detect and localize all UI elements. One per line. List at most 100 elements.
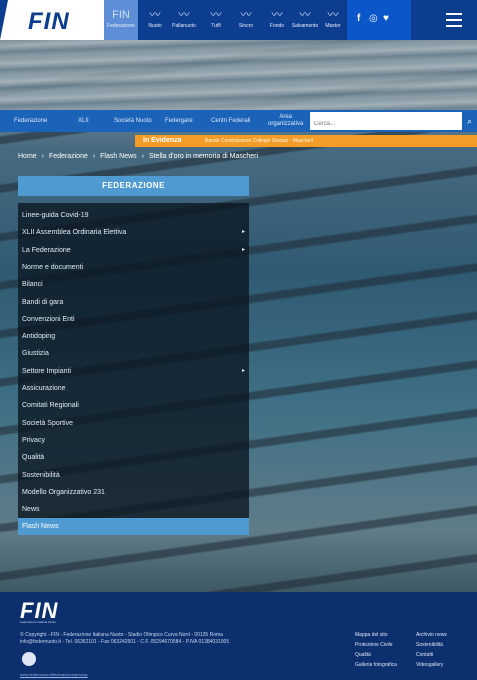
site-header: FIN FIN Federazione 〰 Nuoto 〰 Pallanuoto 〰 Tuff… xyxy=(0,0,477,40)
sidebar-item[interactable]: Società Sportive xyxy=(18,415,249,432)
search-input[interactable] xyxy=(310,115,456,133)
sidebar-item-label: Bandi di gara xyxy=(22,298,64,306)
breadcrumb-flash-news[interactable]: Flash News xyxy=(100,153,137,160)
sidebar-item-label: News xyxy=(22,506,40,514)
sidebar-item-label: Privacy xyxy=(22,436,45,444)
breadcrumb-separator: › xyxy=(141,153,144,160)
logo-container[interactable]: FIN xyxy=(0,0,112,40)
lifesaving-icon: 〰 xyxy=(299,9,311,21)
sidebar-item-label: Norme e documenti xyxy=(22,263,84,271)
nav-centri-federali[interactable]: Centri Federali xyxy=(211,110,250,132)
breadcrumb-home[interactable]: Home xyxy=(18,153,37,160)
footer-link-archivio-news[interactable]: Archivio news xyxy=(416,630,447,640)
discipline-tab-federazione[interactable]: FIN Federazione xyxy=(104,0,138,40)
sidebar-item[interactable]: Comitati Regionali xyxy=(18,397,249,414)
instagram-icon[interactable]: ◎ xyxy=(369,13,378,24)
nav-area-line1: Area xyxy=(279,114,293,120)
search-icon[interactable]: ⌕ xyxy=(462,112,477,130)
footer-copyright: © Copyright - FIN - Federazione Italiana… xyxy=(20,632,223,638)
in-evidenza-bar[interactable]: In Evidenza Bando Commissione Collegio S… xyxy=(135,135,477,147)
in-evidenza-label: In Evidenza xyxy=(143,137,182,144)
master-icon: 〰 xyxy=(327,9,339,21)
sidebar-item-label: Bilanci xyxy=(22,281,43,289)
footer-privacy-link[interactable]: www.federnuoto.it/federazione/privacy xyxy=(20,672,88,677)
open-water-icon: 〰 xyxy=(271,9,283,21)
sidebar-menu: Linee-guida Covid-19 XLII Assemblea Ordin… xyxy=(18,203,249,536)
sidebar-item[interactable]: Flash News xyxy=(18,518,249,536)
sidebar-item-label: Antidoping xyxy=(22,333,56,341)
footer-link-protezione-civile[interactable]: Protezione Civile xyxy=(355,640,397,650)
sidebar-item[interactable]: Privacy xyxy=(18,432,249,449)
sincro-icon: 〰 xyxy=(240,9,252,21)
nav-federazione[interactable]: Federazione xyxy=(14,110,47,132)
sidebar-item[interactable]: Settore Impianti ▸ xyxy=(18,363,249,380)
diving-icon: 〰 xyxy=(210,9,222,21)
sidebar-item-label: Sostenibilità xyxy=(22,471,60,479)
sidebar-item-label: XLII Assemblea Ordinaria Elettiva xyxy=(22,229,127,237)
twitter-icon[interactable]: ♥ xyxy=(383,13,389,24)
breadcrumb: Home › Federazione › Flash News › Stella… xyxy=(18,153,261,160)
discipline-tab-tuffi[interactable]: 〰 Tuffi xyxy=(199,0,233,40)
sidebar-item[interactable]: Bandi di gara xyxy=(18,294,249,311)
discipline-tab-label: Pallanuoto xyxy=(172,23,196,29)
sidebar-item[interactable]: La Federazione ▸ xyxy=(18,242,249,259)
sidebar-item[interactable]: Linee-guida Covid-19 xyxy=(18,207,249,224)
sidebar-item[interactable]: Qualità xyxy=(18,449,249,466)
nav-area-line2: organizzativa xyxy=(268,121,304,127)
swimmer-icon: 〰 xyxy=(149,9,161,21)
footer-link-qualita[interactable]: Qualità xyxy=(355,650,397,660)
sidebar-item-label: La Federazione xyxy=(22,246,71,254)
hamburger-menu-icon[interactable] xyxy=(444,10,464,30)
fin-logo[interactable]: FIN xyxy=(28,8,70,36)
sidebar-item-label: Flash News xyxy=(22,523,59,531)
accessibility-icon[interactable] xyxy=(22,652,36,666)
discipline-tab-pallanuoto[interactable]: 〰 Pallanuoto xyxy=(167,0,201,40)
nav-federgare[interactable]: Federgare xyxy=(165,110,193,132)
sidebar-item[interactable]: Antidoping xyxy=(18,328,249,345)
nav-societa-nuoto[interactable]: Società Nuoto xyxy=(114,110,152,132)
footer-link-contatti[interactable]: Contatti xyxy=(416,650,447,660)
chevron-right-icon: ▸ xyxy=(241,229,245,236)
waterpolo-icon: 〰 xyxy=(178,9,190,21)
discipline-tab-label: Sincro xyxy=(238,23,254,29)
sidebar-item-label: Linee-guida Covid-19 xyxy=(22,212,89,219)
facebook-icon[interactable]: f xyxy=(357,13,360,24)
footer-link-galleria[interactable]: Galleria fotografica xyxy=(355,660,397,670)
sidebar-item[interactable]: Assicurazione xyxy=(18,380,249,397)
social-links: f ◎ ♥ xyxy=(347,0,411,40)
discipline-tab-master[interactable]: 〰 Master xyxy=(316,0,350,40)
sidebar-item-label: Convenzioni Enti xyxy=(22,315,75,323)
sidebar-item[interactable]: Modello Organizzativo 231 xyxy=(18,484,249,501)
in-evidenza-text[interactable]: Bando Commissione Collegio Sindaci - Mas… xyxy=(205,135,313,147)
nav-xlii[interactable]: XLII xyxy=(78,110,89,132)
sidebar-item[interactable]: Norme e documenti xyxy=(18,259,249,276)
sidebar-item[interactable]: Sostenibilità xyxy=(18,467,249,484)
fin-icon: FIN xyxy=(112,9,130,21)
search-box xyxy=(310,112,462,133)
footer-link-videogallery[interactable]: Videogallery xyxy=(416,660,447,670)
breadcrumb-federazione[interactable]: Federazione xyxy=(49,153,88,160)
sidebar-item[interactable]: News xyxy=(18,501,249,518)
site-footer: FIN Federazione Italiana Nuoto © Copyrig… xyxy=(0,592,477,680)
breadcrumb-separator: › xyxy=(92,153,96,160)
chevron-right-icon: ▸ xyxy=(241,246,245,253)
discipline-tab-sincro[interactable]: 〰 Sincro xyxy=(229,0,263,40)
footer-link-mappa[interactable]: Mappa del sito xyxy=(355,630,397,640)
sidebar-title: FEDERAZIONE xyxy=(18,176,249,196)
sidebar-item[interactable]: Giustizia xyxy=(18,345,249,362)
hero-image xyxy=(0,40,477,110)
sidebar-item-label: Società Sportive xyxy=(22,419,73,427)
sidebar-item[interactable]: Bilanci xyxy=(18,276,249,293)
footer-link-sostenibilita[interactable]: Sostenibilità xyxy=(416,640,447,650)
sidebar-item-label: Comitati Regionali xyxy=(22,402,79,410)
breadcrumb-current: Stella d'oro in memoria di Mascheri xyxy=(148,153,259,160)
footer-contacts: info@federnuoto.it - Tel. 06362101 - Fax… xyxy=(20,639,230,645)
footer-links-col2: Archivio news Sostenibilità Contatti Vid… xyxy=(416,630,447,670)
footer-logo-subtitle: Federazione Italiana Nuoto xyxy=(20,620,57,624)
sidebar-item-label: Qualità xyxy=(22,454,45,462)
nav-area-organizzativa[interactable]: Area organizzativa xyxy=(268,114,303,136)
sidebar-item[interactable]: XLII Assemblea Ordinaria Elettiva ▸ xyxy=(18,224,249,241)
main-nav: Federazione XLII Società Nuoto Federgare… xyxy=(0,110,477,133)
sidebar-item[interactable]: Convenzioni Enti xyxy=(18,311,249,328)
discipline-tab-label: Master xyxy=(325,23,341,29)
